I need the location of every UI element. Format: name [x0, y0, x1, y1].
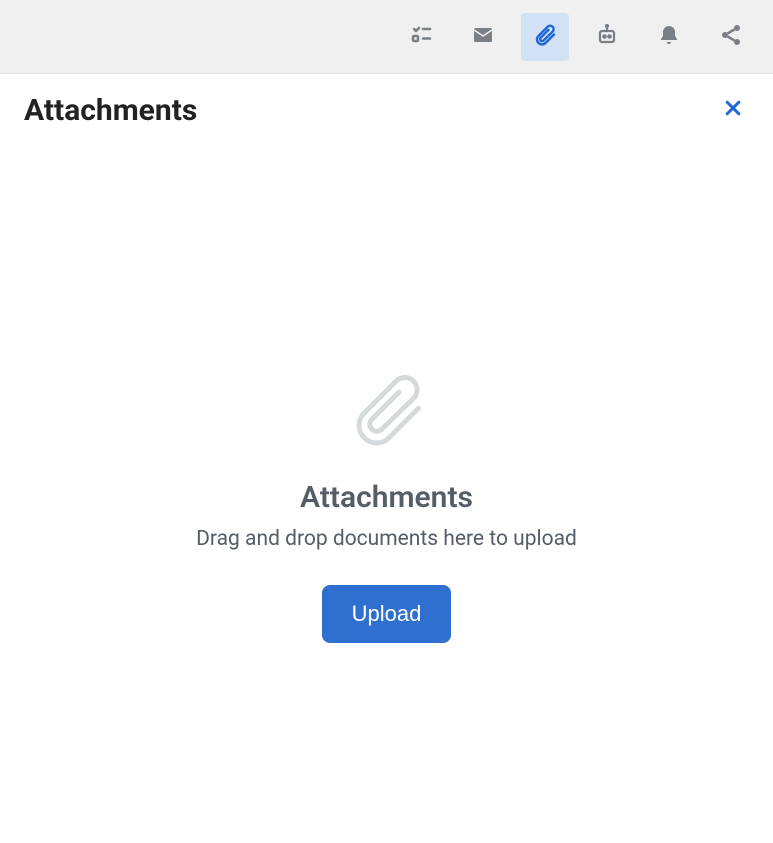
bot-icon [595, 23, 619, 51]
toolbar-tasklist-button[interactable] [397, 13, 445, 61]
paperclip-large-icon [345, 368, 429, 452]
panel-header: Attachments [0, 74, 773, 128]
close-icon [723, 98, 743, 122]
toolbar-bot-button[interactable] [583, 13, 631, 61]
paperclip-icon [533, 23, 557, 51]
empty-state: Attachments Drag and drop documents here… [0, 368, 773, 643]
upload-button[interactable]: Upload [322, 585, 452, 643]
empty-state-subtitle: Drag and drop documents here to upload [196, 527, 577, 551]
toolbar-notifications-button[interactable] [645, 13, 693, 61]
toolbar-attachments-button[interactable] [521, 13, 569, 61]
bell-icon [657, 23, 681, 51]
toolbar-share-button[interactable] [707, 13, 755, 61]
panel-title: Attachments [24, 93, 197, 128]
toolbar [0, 0, 773, 74]
toolbar-mail-button[interactable] [459, 13, 507, 61]
tasklist-icon [409, 23, 433, 51]
share-icon [719, 23, 743, 51]
envelope-icon [471, 23, 495, 51]
empty-state-title: Attachments [300, 480, 473, 515]
close-button[interactable] [717, 92, 749, 128]
